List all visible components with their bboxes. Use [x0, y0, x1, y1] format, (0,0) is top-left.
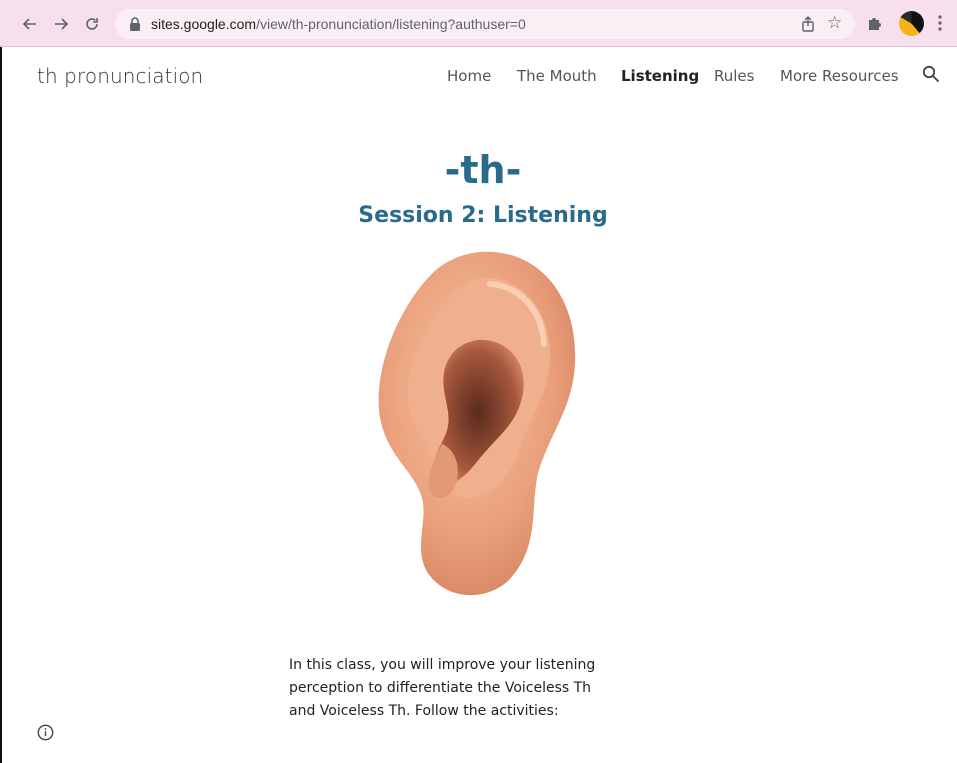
url-path: /view/th-pronunciation/listening?authuse… — [256, 16, 526, 32]
avatar[interactable] — [899, 11, 924, 36]
browser-toolbar: sites.google.com/view/th-pronunciation/l… — [0, 0, 957, 47]
nav-listening[interactable]: Listening — [621, 67, 699, 85]
puzzle-icon[interactable] — [866, 14, 884, 32]
address-bar[interactable]: sites.google.com/view/th-pronunciation/l… — [115, 9, 855, 39]
reload-button[interactable] — [80, 12, 104, 36]
nav-more-resources[interactable]: More Resources — [780, 67, 899, 85]
site-nav: Home The Mouth Listening Rules More Reso… — [0, 67, 957, 87]
url-text: sites.google.com/view/th-pronunciation/l… — [151, 16, 526, 32]
forward-button[interactable] — [49, 12, 73, 36]
intro-paragraph: In this class, you will improve your lis… — [289, 657, 596, 719]
url-host: sites.google.com — [151, 16, 257, 32]
nav-the-mouth[interactable]: The Mouth — [517, 67, 597, 85]
arrow-right-icon — [55, 18, 69, 30]
nav-home[interactable]: Home — [447, 67, 491, 85]
back-button[interactable] — [18, 12, 42, 36]
arrow-left-icon — [22, 18, 36, 30]
lock-icon — [130, 17, 140, 31]
star-icon[interactable]: ☆ — [827, 13, 842, 33]
nav-rules[interactable]: Rules — [714, 67, 754, 85]
info-icon[interactable] — [37, 724, 54, 741]
page-subtitle: Session 2: Listening — [358, 203, 608, 228]
page-title: -th- — [444, 148, 522, 192]
share-icon[interactable] — [799, 15, 817, 33]
reload-icon — [86, 18, 98, 30]
search-icon[interactable] — [922, 65, 940, 83]
kebab-menu-icon[interactable] — [937, 13, 943, 33]
ear-image — [378, 251, 576, 596]
